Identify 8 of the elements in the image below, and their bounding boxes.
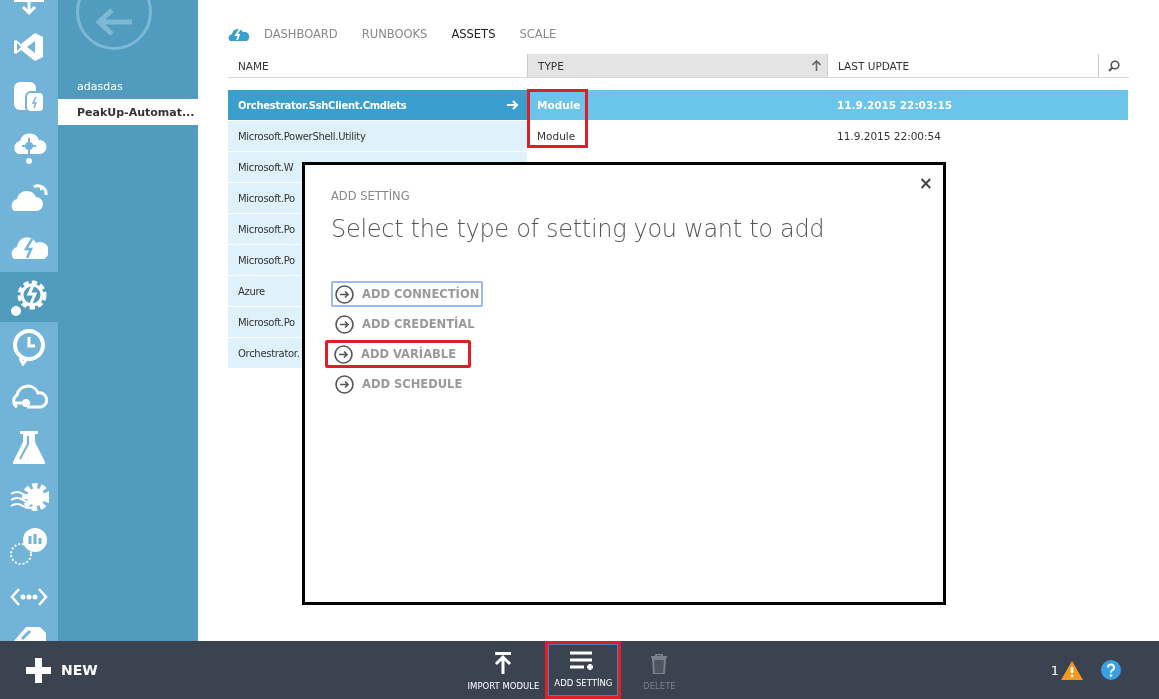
table-cell: Microsoft.PowerShell.Utility <box>228 121 527 151</box>
table-cell: Orchestrator.SshClient.Cmdlets <box>228 90 527 120</box>
table-cell-text: 11.9.2015 22:00:54 <box>836 129 942 144</box>
table-cell-text: Module <box>536 129 577 144</box>
alert-count: 1 <box>1050 662 1059 678</box>
table-cell: Module <box>527 90 827 120</box>
table-cell: 11.9.2015 22:03:15 <box>827 90 1128 120</box>
dialog-title: ADD SETTİNG <box>331 189 411 203</box>
